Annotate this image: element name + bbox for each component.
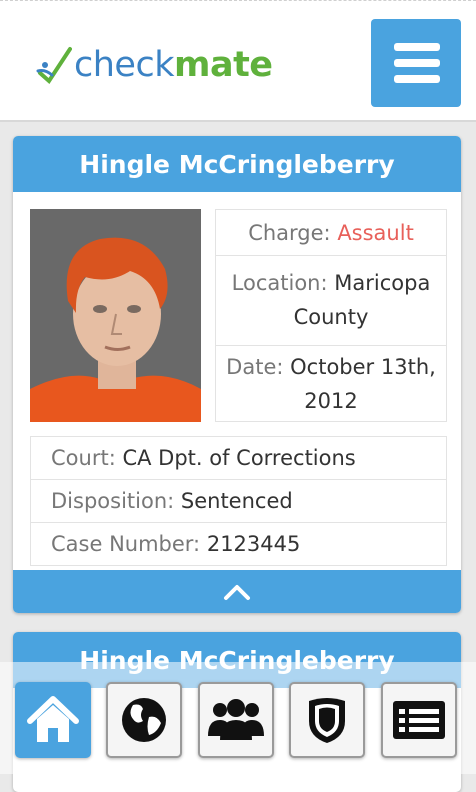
police-button[interactable] (289, 682, 365, 758)
app-header: checkmate (0, 0, 476, 122)
hamburger-icon-bar (394, 43, 440, 51)
users-icon (208, 699, 264, 740)
charge-row: Charge: Assault (216, 210, 446, 256)
home-icon (27, 696, 79, 742)
hamburger-icon-bar (394, 75, 440, 83)
logo-wordmark: checkmate (74, 45, 273, 85)
disposition-label: Disposition: (51, 489, 175, 513)
date-label: Date: (226, 355, 284, 379)
date-row: Date: October 13th, 2012 (216, 346, 446, 421)
map-button[interactable] (106, 682, 182, 758)
police-badge-icon (309, 698, 345, 743)
checkmate-logo[interactable]: checkmate (36, 41, 273, 89)
record-card: Hingle McCringleberry Charge: Assault Lo… (13, 136, 461, 613)
charge-info-box: Charge: Assault Location: Maricopa Count… (215, 209, 447, 422)
case-number-label: Case Number: (51, 532, 201, 556)
hamburger-menu-button[interactable] (371, 19, 461, 107)
case-number-value: 2123445 (206, 532, 301, 556)
logo-mate-text: mate (173, 45, 273, 85)
disposition-value: Sentenced (180, 489, 293, 513)
date-value: October 13th, 2012 (290, 355, 436, 413)
globe-icon (122, 698, 166, 742)
court-value: CA Dpt. of Corrections (122, 446, 356, 470)
people-button[interactable] (198, 682, 274, 758)
list-icon (393, 701, 445, 739)
charge-value: Assault (337, 221, 414, 245)
mugshot-photo (30, 209, 201, 422)
location-label: Location: (231, 271, 328, 295)
disposition-row: Disposition: Sentenced (31, 480, 446, 523)
charge-label: Charge: (248, 221, 331, 245)
case-details-box: Court: CA Dpt. of Corrections Dispositio… (30, 436, 447, 566)
record-name[interactable]: Hingle McCringleberry (13, 136, 461, 192)
collapse-button[interactable] (13, 570, 461, 613)
records-list-button[interactable] (381, 682, 457, 758)
location-row: Location: Maricopa County (216, 256, 446, 346)
case-number-row: Case Number: 2123445 (31, 523, 446, 566)
mugshot-image (30, 209, 201, 422)
logo-check-text: check (74, 45, 174, 85)
home-button[interactable] (15, 682, 91, 758)
bottom-dock (0, 662, 476, 774)
chevron-up-icon (224, 584, 250, 600)
hamburger-icon-bar (394, 59, 440, 67)
checkmark-logo-icon (36, 47, 72, 85)
court-label: Court: (51, 446, 116, 470)
court-row: Court: CA Dpt. of Corrections (31, 437, 446, 480)
